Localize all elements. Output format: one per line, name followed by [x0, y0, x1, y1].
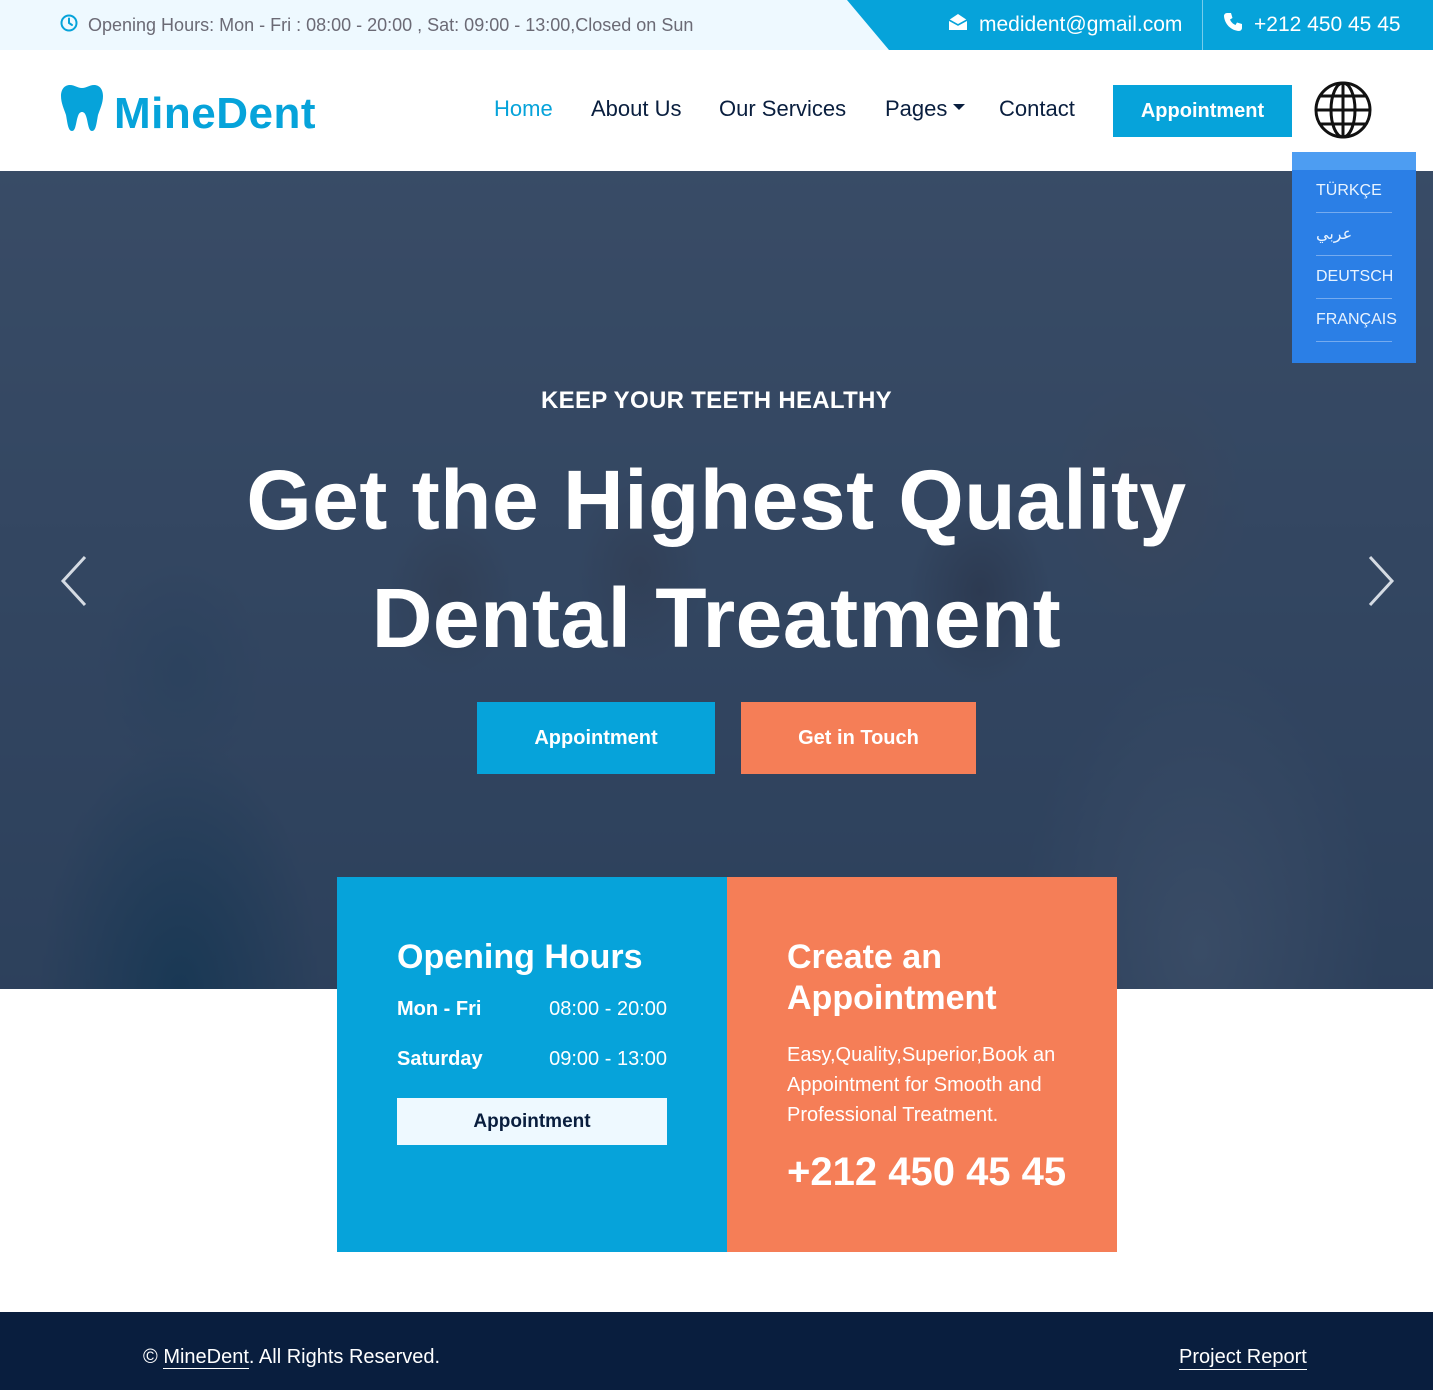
nav-pages-dropdown[interactable]: Pages: [885, 96, 966, 122]
email-link[interactable]: medident@gmail.com: [947, 0, 1182, 50]
logo[interactable]: MineDent: [60, 83, 316, 144]
project-report-link[interactable]: Project Report: [1179, 1346, 1307, 1370]
create-appointment-text: Easy,Quality,Superior,Book an Appointmen…: [787, 1044, 1056, 1126]
tooth-icon: [60, 83, 104, 144]
create-appointment-phone[interactable]: +212 450 45 45: [787, 1149, 1077, 1196]
caret-down-icon: [953, 104, 966, 111]
hero-appointment-button[interactable]: Appointment: [477, 702, 715, 774]
footer-brand-link[interactable]: MineDent: [163, 1346, 249, 1369]
lang-option-arabic[interactable]: عربي: [1316, 213, 1392, 256]
opening-hours-text: Opening Hours: Mon - Fri : 08:00 - 20:00…: [88, 14, 694, 35]
lang-option-german[interactable]: DEUTSCH: [1316, 256, 1393, 299]
footer-copyright: © MineDent. All Rights Reserved.: [143, 1346, 440, 1369]
hours-time: 08:00 - 20:00: [549, 998, 667, 1020]
phone-link[interactable]: +212 450 45 45: [1222, 0, 1401, 50]
hero-title: Get the Highest Quality Dental Treatment: [0, 441, 1433, 677]
globe-icon[interactable]: [1313, 80, 1373, 140]
carousel-next-icon[interactable]: [1360, 551, 1400, 611]
hero-get-in-touch-button[interactable]: Get in Touch: [741, 702, 976, 774]
create-appointment-title-line-1: Create an: [787, 938, 942, 976]
lang-option-french[interactable]: FRANÇAIS: [1316, 299, 1397, 342]
opening-hours-card: Opening Hours Mon - Fri 08:00 - 20:00 Sa…: [337, 877, 727, 1252]
create-appointment-title-line-2: Appointment: [787, 979, 997, 1017]
hours-appointment-button[interactable]: Appointment: [397, 1098, 667, 1145]
carousel-prev-icon[interactable]: [55, 551, 95, 611]
nav-appointment-button[interactable]: Appointment: [1113, 85, 1292, 137]
language-dropdown: TÜRKÇE عربي DEUTSCH FRANÇAIS: [1292, 152, 1416, 363]
hero-title-line-2: Dental Treatment: [371, 571, 1062, 665]
opening-hours-info: Opening Hours: Mon - Fri : 08:00 - 20:00…: [60, 0, 693, 50]
hero-title-line-1: Get the Highest Quality: [246, 453, 1187, 547]
footer-rights-text: . All Rights Reserved.: [248, 1346, 441, 1368]
phone-icon: [1222, 11, 1244, 39]
top-bar: Opening Hours: Mon - Fri : 08:00 - 20:00…: [0, 0, 1433, 50]
envelope-icon: [947, 12, 969, 38]
phone-text: +212 450 45 45: [1254, 13, 1401, 36]
nav-home[interactable]: Home: [494, 96, 553, 122]
hero-carousel: KEEP YOUR TEETH HEALTHY Get the Highest …: [0, 171, 1433, 989]
hours-row: Saturday 09:00 - 13:00: [397, 1048, 667, 1071]
brand-name: MineDent: [114, 88, 316, 138]
navbar: MineDent Home About Us Our Services Page…: [0, 50, 1433, 171]
lang-option-turkish[interactable]: TÜRKÇE: [1316, 170, 1392, 213]
dropdown-top-strip: [1292, 152, 1416, 170]
nav-our-services[interactable]: Our Services: [719, 96, 846, 122]
create-appointment-title: Create an Appointment: [787, 937, 997, 1019]
copyright-symbol: ©: [143, 1346, 158, 1368]
email-text: medident@gmail.com: [979, 13, 1183, 36]
nav-about-us[interactable]: About Us: [591, 96, 682, 122]
opening-hours-title: Opening Hours: [397, 938, 643, 976]
hours-row: Mon - Fri 08:00 - 20:00: [397, 998, 667, 1021]
footer: © MineDent. All Rights Reserved. Project…: [0, 1312, 1433, 1390]
clock-icon: [60, 14, 78, 37]
hours-day: Saturday: [397, 1048, 483, 1070]
contact-divider: [1202, 0, 1203, 50]
hours-time: 09:00 - 13:00: [549, 1048, 667, 1070]
hours-day: Mon - Fri: [397, 998, 482, 1020]
nav-contact[interactable]: Contact: [999, 96, 1075, 122]
nav-pages-label: Pages: [885, 96, 948, 121]
hero-subtitle: KEEP YOUR TEETH HEALTHY: [541, 387, 892, 414]
create-appointment-card: Create an Appointment Easy,Quality,Super…: [727, 877, 1117, 1252]
